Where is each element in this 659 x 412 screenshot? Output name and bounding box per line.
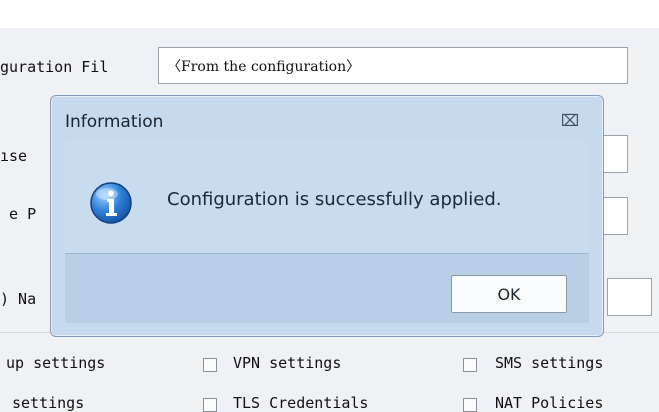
name-field[interactable]	[607, 278, 652, 316]
config-file-label: guration Fil	[0, 58, 109, 76]
checkbox-tls-credentials[interactable]	[203, 398, 217, 412]
top-band	[0, 0, 659, 28]
dialog-message: Configuration is successfully applied.	[167, 189, 502, 210]
dialog-title: Information	[65, 112, 164, 132]
checkbox-label-sms-settings: SMS settings	[495, 354, 604, 372]
checkbox-nat-policies[interactable]	[463, 398, 477, 412]
checkbox-vpn-settings[interactable]	[203, 358, 217, 372]
dialog-footer: OK	[65, 253, 589, 323]
checkbox-label-nat-policies: NAT Policies	[495, 394, 604, 412]
checkbox-label-vpn-settings: VPN settings	[233, 354, 342, 372]
checkbox-label-settings: settings	[12, 394, 85, 412]
name-label: ) Na	[0, 290, 37, 308]
information-dialog: Information ⌧ Configuration is successfu…	[50, 95, 604, 337]
checkbox-label-tls-credentials: TLS Credentials	[233, 394, 369, 412]
close-icon[interactable]: ⌧	[559, 109, 581, 131]
checkbox-label-backup-settings: up settings	[6, 354, 106, 372]
license-label: ıse	[0, 147, 28, 165]
info-icon	[90, 182, 132, 224]
ok-button[interactable]: OK	[451, 275, 567, 313]
dialog-body: Configuration is successfully applied.	[65, 140, 589, 252]
private-key-label: e P	[0, 205, 37, 223]
checkbox-sms-settings[interactable]	[463, 358, 477, 372]
config-file-field[interactable]: 〈From the configuration〉	[158, 47, 628, 84]
